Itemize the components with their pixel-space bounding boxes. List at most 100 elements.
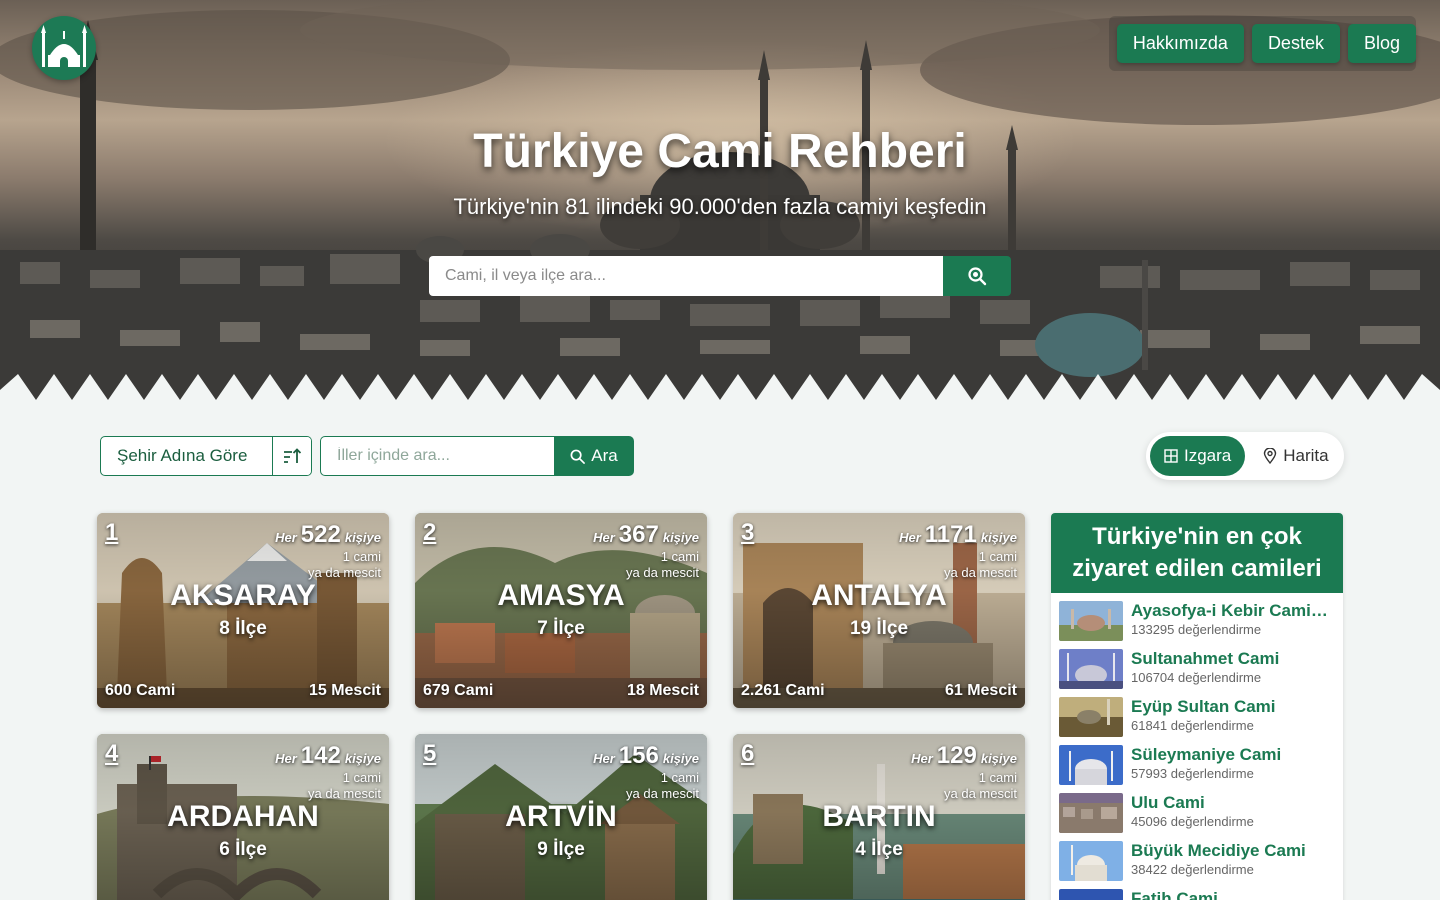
card-ratio-prefix: Her [593,751,615,766]
mosque-review-count: 38422 değerlendirme [1131,862,1254,877]
card-ratio-number: 522 [300,521,341,548]
popular-mosque-item[interactable]: Büyük Mecidiye Cami 38422 değerlendirme [1059,841,1331,883]
nav-link-support[interactable]: Destek [1251,24,1340,63]
hero-search-button[interactable] [943,256,1011,296]
city-card[interactable]: 2 Her 367 kişiye 1 cami ya da mescit AMASYA… [415,513,707,708]
mosque-name: Eyüp Sultan Cami [1131,697,1276,716]
mosque-review-count: 45096 değerlendirme [1131,814,1254,829]
city-card[interactable]: 3 Her 1171 kişiye 1 cami ya da mescit ANTAL… [733,513,1025,708]
mosque-thumbnail [1059,745,1123,785]
mosque-name: Fatih Cami [1131,889,1218,900]
card-ratio-line: 1 cami [342,770,381,785]
card-ratio: Her 129 kişiye [911,742,1017,770]
mosque-thumbnail [1059,793,1123,833]
popular-mosque-item[interactable]: Sultanahmet Cami 106704 değerlendirme [1059,649,1331,691]
card-ratio-suffix: kişiye [662,530,699,545]
card-ratio-number: 156 [618,742,659,769]
card-ratio-line: 1 cami [342,549,381,564]
card-ratio-number: 142 [300,742,341,769]
popular-mosque-item[interactable]: Ulu Cami 45096 değerlendirme [1059,793,1331,835]
card-ratio-suffix: kişiye [344,530,381,545]
city-card[interactable]: 6 Her 129 kişiye 1 cami ya da mescit BARTIN… [733,734,1025,900]
sort-direction-button[interactable] [273,437,311,475]
mosque-name: Süleymaniye Cami [1131,745,1282,764]
card-rank: 5 [423,740,437,767]
city-search-bar: Ara [320,436,634,476]
mosque-name: Ulu Cami [1131,793,1205,812]
card-district-count: 8 İlçe [219,618,267,639]
mosque-icon [41,25,87,67]
mosque-thumbnail [1059,889,1123,900]
card-masjid-count: 15 Mescit [308,682,381,699]
popular-mosques-panel: Türkiye'nin en çok ziyaret edilen camile… [1051,513,1343,900]
zigzag-divider [0,374,1440,400]
card-district-count: 4 İlçe [855,839,903,860]
view-grid-label: Izgara [1184,446,1232,465]
card-mosque-count: 600 Cami [105,682,176,699]
sort-icon [284,448,301,463]
card-district-count: 6 İlçe [219,839,267,860]
card-mosque-count: 679 Cami [423,682,494,699]
card-ratio-prefix: Her [275,751,297,766]
search-icon [968,267,987,286]
city-card[interactable]: 1 Her 522 kişiye 1 cami ya da mescit AKSARA… [97,513,389,708]
nav-link-blog[interactable]: Blog [1347,24,1416,63]
sort-select[interactable]: Şehir Adına Göre [101,437,273,475]
card-ratio-prefix: Her [899,530,921,545]
hero-banner: Hakkımızda Destek Blog Türkiye Cami Rehb… [0,0,1440,400]
view-toggle: Izgara Harita [1146,432,1344,480]
site-logo[interactable] [32,16,96,80]
mosque-thumbnail [1059,649,1123,689]
view-grid-button[interactable]: Izgara [1150,436,1246,476]
card-ratio: Her 1171 kişiye [899,521,1017,549]
card-ratio-line: 1 cami [978,549,1017,564]
card-ratio: Her 367 kişiye [593,521,699,549]
card-ratio-detail: 1 cami ya da mescit [308,549,381,581]
map-pin-icon [1264,448,1277,464]
card-ratio-number: 129 [936,742,977,769]
city-search-input[interactable] [320,436,554,476]
popular-mosque-item[interactable]: Eyüp Sultan Cami 61841 değerlendirme [1059,697,1331,739]
card-ratio-suffix: kişiye [980,751,1017,766]
top-nav: Hakkımızda Destek Blog [1108,16,1416,71]
card-ratio-line: 1 cami [660,770,699,785]
mosque-name: Büyük Mecidiye Cami [1131,841,1306,860]
mosque-thumbnail [1059,601,1123,641]
card-masjid-count: 18 Mescit [626,682,699,699]
sort-control: Şehir Adına Göre [100,436,312,476]
card-ratio-prefix: Her [275,530,297,545]
card-masjid-count: 61 Mescit [944,682,1017,699]
filter-bar: Şehir Adına Göre Ara [100,436,634,476]
card-ratio-line: 1 cami [660,549,699,564]
card-ratio-detail: 1 cami ya da mescit [944,549,1017,581]
search-icon [570,449,586,464]
card-rank: 4 [105,740,119,767]
nav-link-about[interactable]: Hakkımızda [1116,24,1244,63]
popular-mosque-item[interactable]: Fatih Cami [1059,889,1331,900]
card-ratio-detail: 1 cami ya da mescit [626,549,699,581]
popular-mosque-item[interactable]: Süleymaniye Cami 57993 değerlendirme [1059,745,1331,787]
card-ratio-detail: 1 cami ya da mescit [944,770,1017,802]
page-subtitle: Türkiye'nin 81 ilindeki 90.000'den fazla… [453,194,987,219]
card-ratio-prefix: Her [911,751,933,766]
card-ratio-number: 367 [618,521,659,548]
card-ratio-suffix: kişiye [344,751,381,766]
card-ratio-detail: 1 cami ya da mescit [308,770,381,802]
popular-mosques-title: Türkiye'nin en çok ziyaret edilen camile… [1051,513,1343,593]
card-ratio-number: 1171 [924,521,977,548]
card-district-count: 9 İlçe [537,839,585,860]
card-city-name: AMASYA [497,579,625,612]
mosque-name: Ayasofya-i Kebir Cami-i Şerifi [1131,601,1331,620]
hero-search-input[interactable] [429,256,943,296]
card-city-name: ANTALYA [811,579,947,612]
card-ratio: Her 156 kişiye [593,742,699,770]
popular-mosque-item[interactable]: Ayasofya-i Kebir Cami-i Şerifi 133295 değ… [1059,601,1331,643]
card-district-count: 7 İlçe [537,618,585,639]
city-card[interactable]: 5 Her 156 kişiye 1 cami ya da mescit ARTVİN… [415,734,707,900]
mosque-review-count: 133295 değerlendirme [1131,622,1262,637]
view-map-button[interactable]: Harita [1249,436,1342,476]
city-card[interactable]: 4 Her 142 kişiye 1 cami ya da mescit ARDAHA… [97,734,389,900]
card-ratio-prefix: Her [593,530,615,545]
card-city-name: ARDAHAN [167,800,319,833]
city-search-button[interactable]: Ara [554,436,634,476]
